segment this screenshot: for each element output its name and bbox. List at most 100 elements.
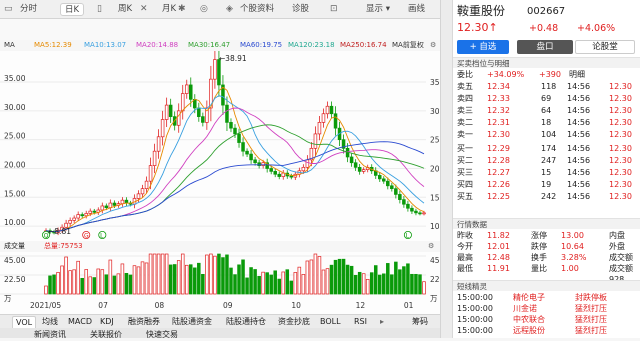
candle-body bbox=[156, 136, 161, 152]
quote-row-cell: 外盘 bbox=[609, 242, 625, 251]
display-label: 显示 bbox=[366, 4, 384, 14]
volume-bar bbox=[257, 275, 261, 295]
sell-order-row-cell: 卖四 bbox=[457, 94, 473, 103]
display-dropdown[interactable]: 显示 ▾ bbox=[366, 3, 390, 16]
volume-bar bbox=[184, 264, 189, 295]
orderbook-section-header: 买卖档位与明细 bbox=[453, 57, 640, 68]
more-indicators-icon[interactable]: ▸ bbox=[380, 316, 384, 328]
ma20-value: MA20:14.88 bbox=[136, 41, 179, 49]
price-tick-label: 10.00 bbox=[4, 218, 26, 227]
volume-bar bbox=[160, 253, 165, 295]
tab-kdj[interactable]: KDJ bbox=[100, 316, 114, 328]
tab-forum[interactable]: 论股堂 bbox=[575, 40, 635, 54]
volume-bar bbox=[221, 257, 225, 295]
sell-order-row-cell: 12.30 bbox=[609, 130, 632, 139]
volume-label: 成交量 bbox=[4, 242, 25, 250]
sell-order-row-cell: 12.30 bbox=[609, 94, 632, 103]
detail-link[interactable]: 明细 bbox=[569, 69, 585, 80]
candle-body bbox=[269, 168, 273, 172]
volume-bar bbox=[72, 269, 76, 295]
volume-bar bbox=[345, 264, 350, 295]
tab-bottom-fishing[interactable]: 资金抄底 bbox=[278, 316, 310, 328]
volume-bar bbox=[229, 267, 233, 295]
quote-row-cell: 内盘 bbox=[609, 231, 625, 240]
tab-news[interactable]: 新闻资讯 bbox=[34, 329, 66, 341]
buy-order-row-cell: 12.26 bbox=[487, 180, 510, 189]
ma-legend: MA MA5:12.39 MA10:13.07 MA20:14.88 MA30:… bbox=[0, 40, 440, 51]
volume-legend: 成交量 总量:75753 ⚙ bbox=[0, 241, 440, 252]
volume-bar bbox=[293, 272, 298, 295]
panel-divider[interactable] bbox=[440, 0, 452, 338]
tab-daily-k[interactable]: 日K bbox=[60, 3, 85, 16]
history-icon[interactable]: ⊡ bbox=[330, 3, 338, 16]
compare-icon[interactable]: ✱ bbox=[178, 3, 186, 16]
buy-order-row-cell: 247 bbox=[541, 156, 557, 165]
tab-quick-trade[interactable]: 快速交易 bbox=[146, 329, 178, 341]
tab-monthly-k[interactable]: 月K bbox=[162, 3, 176, 16]
volume-bar bbox=[217, 253, 221, 295]
candlestick-chart[interactable]: 35.00 35.00 30.00 30.00 25.00 25.00 20.00 20.00… bbox=[0, 51, 440, 241]
volume-bar bbox=[245, 277, 249, 295]
ma-settings-icon[interactable]: ⚙ bbox=[430, 40, 436, 51]
volume-chart[interactable]: 45.00 45.00 22.50 22.50 万 万 2021/05 07 08 09 10 12 0… bbox=[0, 252, 440, 314]
tab-rsi[interactable]: RSI bbox=[354, 316, 367, 328]
tab-margin[interactable]: 融资融券 bbox=[128, 316, 160, 328]
tab-diagnosis[interactable]: 诊股 bbox=[292, 3, 309, 16]
cycle-icon[interactable]: ◎ bbox=[200, 3, 208, 16]
candle-body bbox=[88, 210, 92, 214]
ma250-value: MA250:16.74 bbox=[340, 41, 387, 49]
add-watchlist-button[interactable]: + 自选 bbox=[457, 40, 509, 54]
tab-northbound-holdings[interactable]: 陆股通持仓 bbox=[226, 316, 266, 328]
tab-intraday[interactable]: 分时 bbox=[20, 3, 37, 16]
volume-bar bbox=[112, 275, 117, 295]
quote-row-cell: 昨收 bbox=[457, 231, 473, 240]
chips-button[interactable]: 筹码 bbox=[412, 316, 428, 328]
volume-bar bbox=[333, 259, 338, 295]
indicator-icon[interactable]: ✕ bbox=[140, 3, 148, 16]
volume-bar bbox=[361, 273, 366, 295]
tab-related-quotes[interactable]: 关联报价 bbox=[90, 329, 122, 341]
chart-style-icon[interactable]: ▯ bbox=[97, 3, 102, 16]
volume-bar bbox=[289, 280, 294, 295]
buy-order-row: 买二 12.28 247 14:56 12.30 bbox=[457, 155, 640, 166]
bottom-tabs: 新闻资讯 关联报价 快速交易 bbox=[0, 328, 440, 341]
volume-settings-icon[interactable]: ⚙ bbox=[428, 241, 434, 252]
more-icon[interactable]: ◈ bbox=[226, 3, 233, 16]
candle-body bbox=[104, 205, 109, 209]
tab-boll[interactable]: BOLL bbox=[320, 316, 341, 328]
alert-row-cell: 川金诺 bbox=[513, 304, 537, 313]
ma-extra: MA前复权 bbox=[392, 41, 424, 49]
quote-row-cell: 10.64 bbox=[561, 242, 584, 251]
stock-name: 鞍重股份 bbox=[457, 4, 506, 18]
tab-order-panel[interactable]: 盘口 bbox=[517, 40, 573, 54]
quote-row-cell: 换手 bbox=[531, 253, 547, 262]
candle-body bbox=[120, 199, 125, 204]
candle-body bbox=[136, 193, 141, 199]
tab-company-profile[interactable]: 个股资料 bbox=[240, 3, 274, 16]
low-price-label: ←8.81 bbox=[48, 227, 71, 236]
volume-bar bbox=[265, 272, 269, 295]
tab-macd[interactable]: MACD bbox=[68, 316, 92, 328]
commission-ratio-value: +34.09% bbox=[487, 70, 525, 79]
tab-ma[interactable]: 均线 bbox=[42, 316, 58, 328]
volume-tick-label: 万 bbox=[4, 294, 12, 303]
candle-body bbox=[68, 220, 72, 224]
buy-order-row-cell: 买二 bbox=[457, 156, 473, 165]
buy-order-row: 买三 12.27 15 14:56 12.30 bbox=[457, 167, 640, 178]
candle-body bbox=[213, 59, 217, 80]
tab-weekly-k[interactable]: 周K bbox=[118, 3, 132, 16]
price-tick-label: 30.00 bbox=[4, 103, 26, 112]
candle-body bbox=[386, 180, 390, 187]
volume-bar bbox=[60, 265, 64, 295]
candle-body bbox=[100, 205, 105, 211]
volume-bar bbox=[124, 272, 129, 295]
stock-code: 002667 bbox=[527, 6, 566, 17]
sidebar-toggle-icon[interactable]: ▭ bbox=[4, 3, 13, 16]
ma10-value: MA10:13.07 bbox=[84, 41, 127, 49]
tab-northbound-funds[interactable]: 陆股通资金 bbox=[172, 316, 212, 328]
volume-bar bbox=[418, 274, 422, 295]
volume-bar bbox=[233, 274, 237, 295]
sell-order-row-cell: 卖二 bbox=[457, 118, 473, 127]
quote-row-cell: 11.91 bbox=[487, 264, 510, 273]
draw-line-button[interactable]: 画线 bbox=[408, 3, 425, 16]
